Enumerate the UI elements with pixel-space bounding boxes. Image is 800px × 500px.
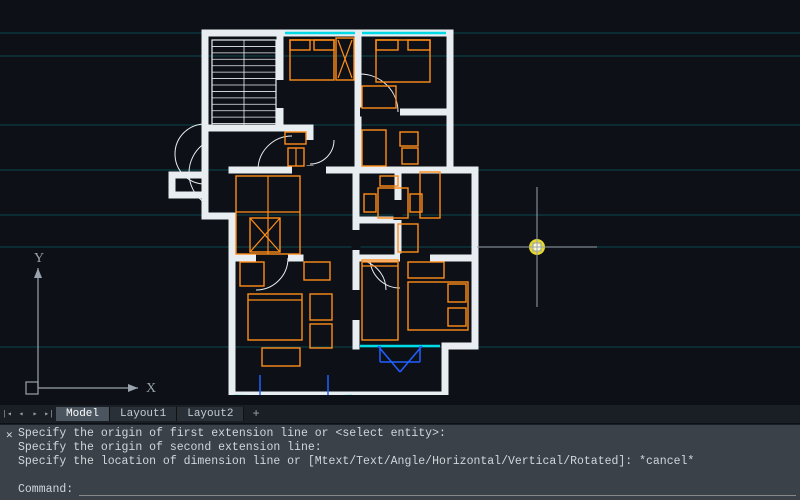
layout-tab-bar: |◂ ◂ ▸ ▸| ModelLayout1Layout2 + bbox=[0, 405, 800, 423]
tab-last-button[interactable]: ▸| bbox=[42, 407, 56, 421]
add-layout-tab-button[interactable]: + bbox=[244, 407, 267, 421]
command-input[interactable] bbox=[79, 482, 796, 496]
layout-tab[interactable]: Model bbox=[56, 407, 110, 421]
layout-tab[interactable]: Layout2 bbox=[177, 407, 244, 421]
tab-next-button[interactable]: ▸ bbox=[28, 407, 42, 421]
model-viewport[interactable]: XY bbox=[0, 0, 800, 395]
drawing-canvas[interactable]: XY bbox=[0, 0, 800, 395]
command-prompt-label: Command: bbox=[18, 483, 73, 496]
svg-text:Y: Y bbox=[34, 251, 44, 266]
command-history: Specify the origin of first extension li… bbox=[18, 427, 796, 469]
command-panel: ✕ Specify the origin of first extension … bbox=[0, 424, 800, 500]
tab-first-button[interactable]: |◂ bbox=[0, 407, 14, 421]
layout-tab[interactable]: Layout1 bbox=[110, 407, 177, 421]
svg-text:X: X bbox=[146, 381, 156, 395]
close-command-panel-button[interactable]: ✕ bbox=[6, 428, 13, 442]
tab-prev-button[interactable]: ◂ bbox=[14, 407, 28, 421]
